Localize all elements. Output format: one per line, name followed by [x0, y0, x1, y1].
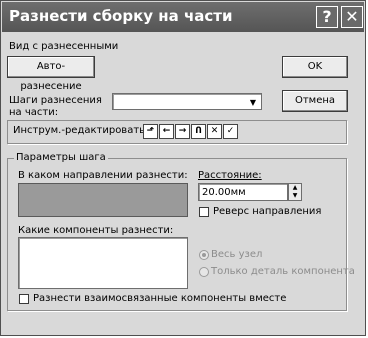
reverse-label: Реверс направления	[213, 206, 322, 217]
title-bar[interactable]: Разнести сборку на части ? ✕	[2, 2, 364, 32]
step-params-caption: Параметры шага	[14, 152, 108, 163]
cancel-button[interactable]: Отмена	[282, 90, 348, 112]
radio-whole-assembly[interactable]	[199, 250, 209, 260]
direction-label: В каком направлении разнести:	[18, 170, 188, 181]
delete-icon[interactable]: ✕	[207, 124, 222, 139]
reverse-checkbox[interactable]	[199, 207, 209, 217]
arrow-left-icon[interactable]: ←	[159, 124, 174, 139]
step-icon[interactable]: ⬏	[143, 124, 158, 139]
view-label: Вид с разнесенными	[9, 41, 119, 52]
steps-combobox[interactable]: ▼	[112, 93, 262, 110]
components-label: Какие компоненты разнести:	[18, 225, 174, 236]
spin-down-icon[interactable]: ▼	[289, 192, 301, 200]
dialog-title: Разнести сборку на части	[9, 7, 233, 25]
steps-label-line1: Шаги разнесения	[9, 95, 102, 106]
close-button[interactable]: ✕	[341, 6, 363, 28]
distance-input[interactable]: 20.00мм	[198, 183, 288, 201]
auto-explode-button[interactable]: Авто-разнесение	[7, 56, 95, 92]
together-checkbox[interactable]	[19, 294, 29, 304]
arrow-right-icon[interactable]: →	[175, 124, 190, 139]
radio-part-only[interactable]	[199, 267, 209, 277]
components-list[interactable]	[18, 237, 188, 289]
direction-field[interactable]	[18, 183, 188, 217]
radio-part-label: Только деталь компонента	[211, 266, 355, 277]
distance-spinner[interactable]: ▲ ▼	[288, 183, 302, 201]
tools-label: Инструм.-редактировать:	[13, 125, 149, 136]
accept-icon[interactable]: ✓	[223, 124, 238, 139]
ok-button[interactable]: OK	[282, 56, 348, 78]
distance-value: 20.00мм	[202, 187, 246, 198]
help-button[interactable]: ?	[316, 6, 338, 28]
radio-whole-label: Весь узел	[211, 249, 263, 260]
together-label: Разнести взаимосвязанные компоненты вмес…	[33, 293, 287, 304]
spin-up-icon[interactable]: ▲	[289, 184, 301, 192]
distance-label: Расстояние:	[198, 170, 262, 181]
chevron-down-icon[interactable]: ▼	[246, 95, 260, 110]
explode-dialog: Разнести сборку на части ? ✕ Вид с разне…	[0, 0, 366, 336]
steps-label-line2: на части:	[9, 107, 59, 118]
undo-icon[interactable]: Ո	[191, 124, 206, 139]
